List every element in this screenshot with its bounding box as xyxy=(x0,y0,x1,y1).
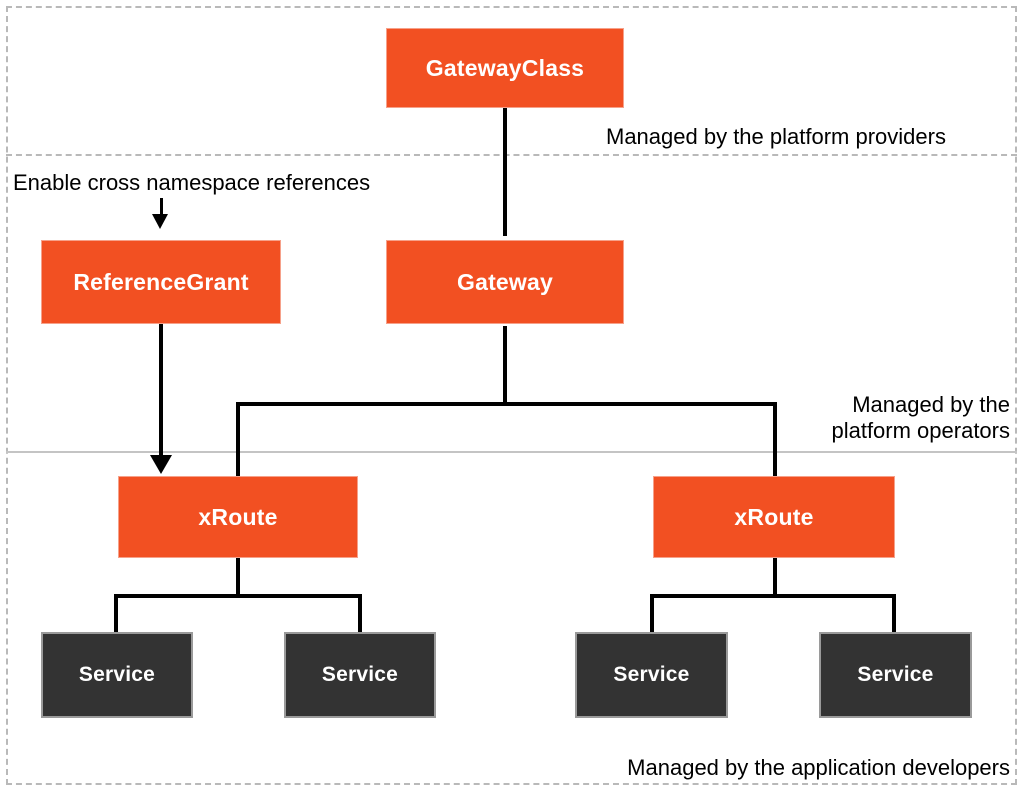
connector-gatewayclass-to-gateway xyxy=(503,106,507,236)
node-xroute-left-label: xRoute xyxy=(198,503,278,530)
diagram-canvas: GatewayClass ReferenceGrant Gateway xRou… xyxy=(0,0,1024,792)
connector-xroute-right-stem xyxy=(773,558,777,596)
connector-xroute-left-stem xyxy=(236,558,240,596)
zone-label-application-developers-text: Managed by the application developers xyxy=(627,755,1010,780)
connector-xroute-right-to-service-3 xyxy=(650,594,654,634)
node-xroute-right-label: xRoute xyxy=(734,503,814,530)
node-service-4[interactable]: Service xyxy=(819,632,972,718)
node-service-4-label: Service xyxy=(857,663,934,686)
annotation-cross-namespace-references: Enable cross namespace references xyxy=(13,170,370,196)
connector-xroute-right-bus xyxy=(650,594,895,598)
node-service-1-label: Service xyxy=(78,663,156,686)
connector-gateway-to-xroute-right xyxy=(773,402,777,482)
zone-label-platform-providers-text: Managed by the platform providers xyxy=(606,124,946,149)
node-gatewayclass[interactable]: GatewayClass xyxy=(386,28,624,108)
node-service-2[interactable]: Service xyxy=(284,632,436,718)
arrowhead-annotation-to-referencegrant xyxy=(152,214,168,229)
connector-referencegrant-to-xroute-left xyxy=(159,324,163,456)
arrowhead-referencegrant-to-xroute xyxy=(150,455,172,474)
connector-gateway-bus xyxy=(236,402,777,406)
node-service-1[interactable]: Service xyxy=(41,632,193,718)
node-referencegrant-label: ReferenceGrant xyxy=(73,268,249,295)
node-gateway[interactable]: Gateway xyxy=(386,240,624,324)
zone-label-platform-providers: Managed by the platform providers xyxy=(606,124,946,150)
connector-gateway-stem xyxy=(503,326,507,404)
node-referencegrant[interactable]: ReferenceGrant xyxy=(41,240,281,324)
node-service-2-label: Service xyxy=(321,663,399,686)
node-service-3-label: Service xyxy=(613,663,690,686)
zone-label-platform-operators-line2: platform operators xyxy=(831,417,1010,443)
node-gateway-label: Gateway xyxy=(456,268,553,295)
zone-divider-platform-operators xyxy=(6,451,1017,453)
node-service-3[interactable]: Service xyxy=(575,632,728,718)
zone-divider-platform-providers xyxy=(6,154,1017,156)
node-xroute-right[interactable]: xRoute xyxy=(653,476,895,558)
connector-xroute-right-to-service-4 xyxy=(892,594,896,634)
node-xroute-left[interactable]: xRoute xyxy=(118,476,358,558)
connector-xroute-left-to-service-1 xyxy=(114,594,118,634)
connector-gateway-to-xroute-left xyxy=(236,402,240,482)
annotation-cross-namespace-text: Enable cross namespace references xyxy=(13,170,371,195)
connector-xroute-left-bus xyxy=(114,594,362,598)
zone-label-application-developers: Managed by the application developers xyxy=(627,755,1010,781)
node-gatewayclass-label: GatewayClass xyxy=(425,54,585,81)
connector-xroute-left-to-service-2 xyxy=(358,594,362,634)
zone-label-platform-operators-line1: Managed by the xyxy=(852,392,1010,417)
zone-label-platform-operators: Managed by the platform operators xyxy=(831,392,1010,444)
